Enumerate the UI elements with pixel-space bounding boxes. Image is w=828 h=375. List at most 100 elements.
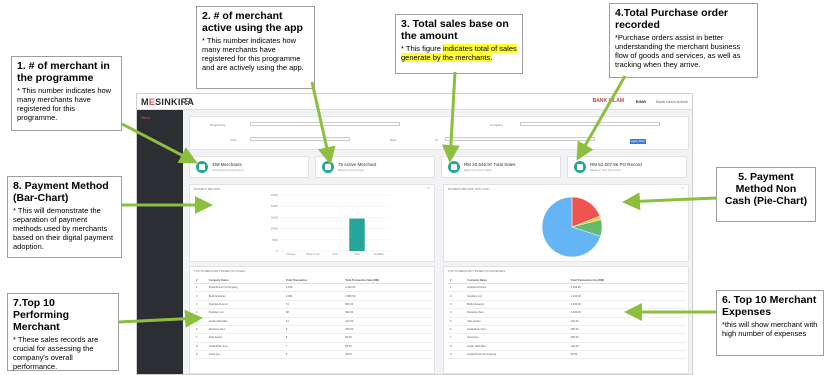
- table-cell: 4: [194, 308, 207, 318]
- pie-chart-panel: PAYMENT METHOD NON CASH – ✕: [443, 184, 689, 262]
- table-cell: 6: [283, 350, 344, 360]
- table-cell: 380.00: [568, 325, 686, 335]
- callout-description: *this will show merchant with high numbe…: [722, 320, 818, 338]
- payment-method-pie-chart: [541, 196, 603, 258]
- table-cell: 2,658: [283, 283, 344, 293]
- x-tick-label: Cheque: [286, 252, 296, 256]
- callout-description: * This figure indicates total of sales g…: [401, 44, 517, 62]
- x-tick-label: Cash: [354, 252, 361, 256]
- user-check-icon: [322, 161, 334, 173]
- from-date-input[interactable]: [250, 137, 350, 141]
- table-cell: 5: [194, 317, 207, 326]
- kpi-value: RM 20,646.97 Total Sales: [464, 162, 516, 167]
- kpi-subtitle: Total Registered Merchants: [212, 169, 244, 172]
- kpi-total-merchants: 459 Merchants Total Registered Merchants: [189, 156, 309, 178]
- programme-label: Programme: [210, 123, 226, 127]
- table-row: 6 Kedai Buku Ilmu 380.00: [448, 325, 686, 335]
- table-row: 3 Butik Nurazam 1,290.00: [448, 300, 686, 310]
- sidebar-item-menu[interactable]: Menu: [141, 116, 150, 120]
- callout-title: 7.Top 10 Performing Merchant: [13, 297, 70, 333]
- table-cell: 45.00: [343, 350, 432, 360]
- kpi-po-record: RM 52,507.86 PO Record Based on Total PO…: [567, 156, 687, 178]
- store-icon: [196, 161, 208, 173]
- table-row: 8 Kedai Buku Ilmu 7 58.50: [194, 342, 432, 352]
- filter-panel: Programme Company From Date To Apply Fil…: [189, 116, 689, 150]
- programme-select[interactable]: [250, 122, 400, 126]
- callout-title: 4.Total Purchase order recorded: [615, 7, 729, 31]
- receipt-icon: [574, 161, 586, 173]
- kpi-value: RM 52,507.86 PO Record: [590, 162, 642, 167]
- to-label: To: [435, 138, 439, 142]
- table-cell: Kedai Buku Ilmu: [206, 342, 284, 352]
- top-bar: MESINKIRA BANK ISLAM BIMB Bank Islam Adm…: [137, 94, 692, 110]
- table-row: 6 Restoran Zam 9 156.00: [194, 325, 432, 335]
- table-cell: 50.00: [568, 350, 686, 360]
- table-cell: 1,000.00: [568, 308, 686, 318]
- table-cell: 8: [448, 342, 466, 352]
- y-tick-label: 0: [277, 249, 279, 253]
- kpi-subtitle: Based on Total PO Amount: [590, 169, 622, 172]
- table-cell: 6: [194, 325, 207, 335]
- table-cell: 9: [194, 350, 207, 360]
- table-cell: Kafe Aiman: [465, 317, 569, 326]
- to-date-input[interactable]: [445, 137, 595, 141]
- table-cell: 9: [283, 325, 344, 335]
- top-expenses-table: # Company Name Total Transaction Exp (RM) …: [448, 277, 686, 360]
- payment-method-bar-chart: 25000 20000 15000 10000 5000 0 Cheque Bank Tran…: [271, 193, 390, 256]
- table-cell: 84.00: [343, 333, 432, 343]
- table-row: 7 Gerai Ayu 300.00: [448, 333, 686, 343]
- callout-title: 2. # of merchant active using the app: [202, 10, 303, 34]
- table-cell: 68: [283, 308, 344, 318]
- table-row: 3 Syarikat Al-Amin 74 861.00: [194, 300, 432, 310]
- table-row: 7 Kafe Aiman 8 84.00: [194, 333, 432, 343]
- apply-filter-button[interactable]: Apply Filter: [630, 139, 646, 144]
- table-cell: 7: [448, 333, 466, 343]
- x-tick-label: Bank Trans: [306, 252, 320, 256]
- money-icon: [448, 161, 460, 173]
- table-cell: Butik Nurazam: [465, 300, 569, 310]
- panel-title: TOP 10 MERCHANT BASED ON SALES: [194, 269, 246, 273]
- table-cell: Gerai Ayu: [206, 350, 284, 360]
- table-cell: 58.50: [343, 342, 432, 352]
- table-cell: Restoran Zam: [206, 325, 284, 335]
- table-cell: 6: [448, 325, 466, 335]
- table-cell: 412.00: [343, 317, 432, 326]
- callout-title: 6. Top 10 Merchant Expenses: [722, 294, 817, 318]
- y-tick-label: 25000: [271, 193, 279, 197]
- table-cell: 420.00: [568, 317, 686, 326]
- table-cell: 7: [283, 342, 344, 352]
- table-cell: Kedai Runcit Sri Ampang: [206, 283, 284, 293]
- table-row: 5 Kafe Aiman 420.00: [448, 317, 686, 326]
- table-row: 1 Syarikat Al-Amin 2,290.00: [448, 283, 686, 293]
- table-cell: Syarikat Al-Amin: [465, 283, 569, 293]
- table-row: 4 Kopitiam Lim 68 592.00: [194, 308, 432, 318]
- table-cell: 2,290.00: [568, 283, 686, 293]
- top-expenses-panel: TOP 10 MERCHANT BASED ON EXPENSES # Compa…: [443, 266, 689, 374]
- callout-top-expenses: 6. Top 10 Merchant Expenses *this will s…: [716, 290, 824, 356]
- y-tick-label: 15000: [271, 215, 279, 219]
- callout-total-sales: 3. Total sales base on the amount * This…: [395, 14, 523, 74]
- company-label: Company: [490, 123, 503, 127]
- callout-active-merchants: 2. # of merchant active using the app * …: [196, 6, 315, 89]
- kpi-value: 459 Merchants: [212, 162, 242, 167]
- table-cell: 74: [283, 300, 344, 310]
- callout-title: 1. # of merchant in the programme: [17, 60, 110, 84]
- user-badge: BIMB: [635, 99, 646, 104]
- kpi-total-sales: RM 20,646.97 Total Sales Based on Amount…: [441, 156, 561, 178]
- menu-toggle-icon[interactable]: [185, 98, 191, 104]
- table-cell: 156.00: [343, 325, 432, 335]
- y-tick-label: 10000: [271, 227, 279, 231]
- table-row: 5 Kedai Jahit Mas 44 412.00: [194, 317, 432, 326]
- table-cell: 7: [194, 333, 207, 343]
- table-cell: 5: [448, 317, 466, 326]
- table-cell: 8: [283, 333, 344, 343]
- x-tick-label: FPX: [332, 252, 337, 256]
- callout-purchase-orders: 4.Total Purchase order recorded *Purchas…: [609, 3, 758, 78]
- from-label: From: [230, 138, 237, 142]
- user-menu[interactable]: Bank Islam Admin: [656, 99, 688, 104]
- callout-description: * This will demonstrate the separation o…: [13, 206, 114, 251]
- table-cell: 1: [194, 283, 207, 293]
- table-cell: Kopitiam Lim: [465, 291, 569, 301]
- company-select[interactable]: [520, 122, 660, 126]
- callout-title: 8. Payment Method (Bar-Chart): [13, 180, 109, 204]
